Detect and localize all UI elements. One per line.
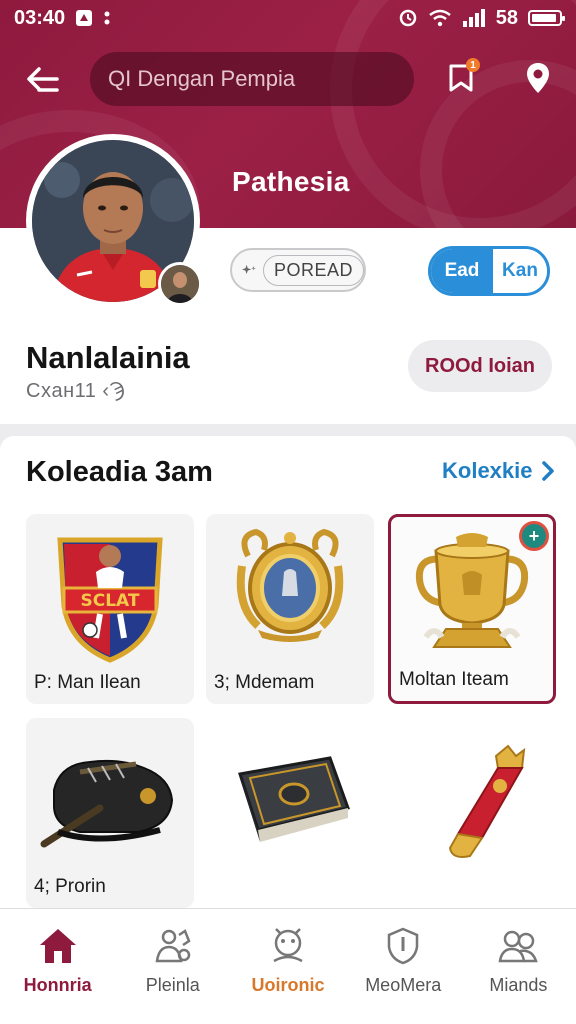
poread-label: POREAD (262, 254, 364, 286)
mode-toggle[interactable]: Ead Kan (428, 246, 550, 296)
search-bar[interactable] (90, 52, 414, 106)
search-input[interactable] (108, 66, 368, 92)
people-icon (155, 929, 191, 963)
collection-see-all-link[interactable]: Kolexkie (442, 458, 555, 484)
wifi-icon (428, 9, 452, 27)
back-button[interactable] (22, 60, 62, 100)
nav-label: Honnria (23, 975, 92, 995)
collection-item[interactable] (388, 718, 556, 908)
app-notification-icon (75, 9, 93, 27)
collection-item-selected[interactable]: + Moltan Iteam (388, 514, 556, 704)
nav-tab-people[interactable]: Pleinla (115, 909, 230, 1024)
battery-percent: 58 (495, 6, 518, 29)
gold-trophy-icon (415, 533, 529, 648)
clock: 03:40 (14, 6, 66, 29)
collection-item-label: Moltan Iteam (399, 669, 509, 690)
gold-shield-icon (236, 528, 344, 642)
notifications-button[interactable]: 1 (442, 58, 482, 98)
leather-book-icon (238, 756, 350, 842)
shield-icon (387, 927, 419, 965)
location-button[interactable] (518, 58, 558, 98)
collection-item[interactable]: 4; Prorin (26, 718, 194, 908)
nav-label: Miands (489, 975, 548, 995)
user-name: Nanlalainia (26, 340, 190, 375)
football-boot-icon (40, 759, 174, 848)
dot-menu-icon (103, 9, 111, 27)
bottom-navigation: Honnria Pleinla Uoironic MeoMera Miands (0, 908, 576, 1024)
collection-item-label: P: Man Ilean (34, 672, 141, 693)
ribbon-medal-icon (448, 744, 526, 858)
nav-tab-shield[interactable]: MeoMera (346, 909, 461, 1024)
collection-item-label: 4; Prorin (34, 876, 106, 897)
coach-photo (161, 265, 199, 303)
nav-tab-friends[interactable]: Miands (461, 909, 576, 1024)
nav-tab-home[interactable]: Honnria (0, 909, 115, 1024)
notification-badge: 1 (466, 58, 480, 72)
mascot-icon (273, 928, 303, 963)
location-pin-icon (527, 63, 549, 93)
nav-label: Pleinla (145, 975, 200, 995)
user-subtitle: Cxaн11 ‹Ϡ (26, 380, 126, 402)
collection-link-label: Kolexkie (442, 458, 533, 483)
alarm-icon (398, 8, 418, 28)
collection-item[interactable] (206, 718, 374, 908)
collection-item[interactable]: 3; Mdemam (206, 514, 374, 704)
page-title: Pathesia (232, 166, 350, 197)
status-bar: 03:40 58 (0, 0, 576, 36)
collection-item-label: 3; Mdemam (214, 672, 315, 693)
collection-section: Koleadia 3am Kolexkie SCLAT P: Man Ilean (0, 436, 576, 908)
add-item-badge[interactable]: + (519, 521, 549, 551)
sparkle-icon (242, 264, 256, 275)
battery-icon (528, 10, 565, 26)
poread-button[interactable]: POREAD (230, 248, 366, 292)
home-icon (39, 929, 76, 963)
svg-text:SCLAT: SCLAT (81, 591, 140, 611)
collection-title: Koleadia 3am (26, 456, 213, 488)
secondary-avatar[interactable] (158, 262, 202, 306)
back-arrow-icon (27, 67, 59, 92)
friends-icon (498, 930, 539, 963)
profile-action-button[interactable]: ROOd Ioian (408, 340, 552, 392)
toggle-option-on[interactable]: Ead (431, 249, 493, 293)
signal-icon (462, 9, 486, 27)
club-crest-icon: SCLAT (57, 537, 163, 663)
nav-tab-mascot[interactable]: Uoironic (230, 909, 345, 1024)
collection-item[interactable]: SCLAT P: Man Ilean (26, 514, 194, 704)
nav-label: MeoMera (365, 975, 442, 995)
nav-label: Uoironic (251, 975, 325, 995)
toggle-option-off[interactable]: Kan (493, 249, 547, 293)
chevron-right-icon (541, 461, 554, 481)
